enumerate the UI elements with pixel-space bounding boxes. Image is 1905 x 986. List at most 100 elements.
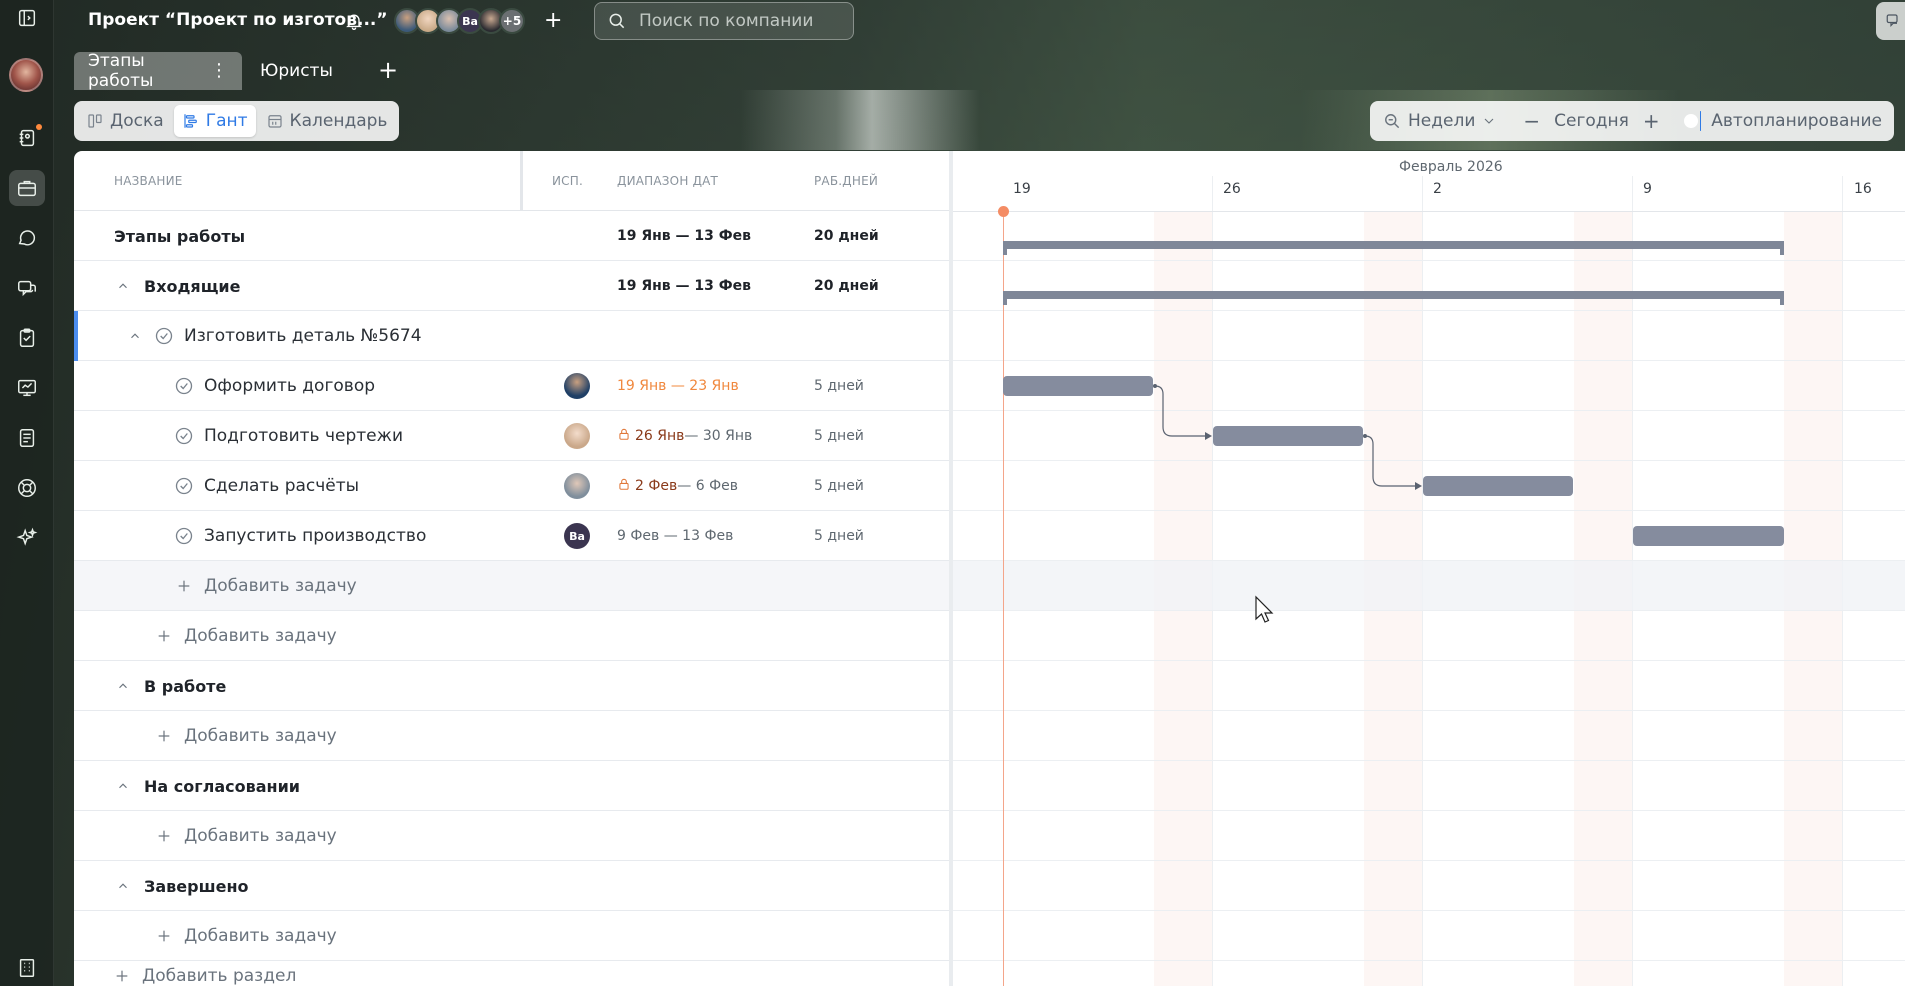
- table-header: НАЗВАНИЕ ИСП. ДИАПАЗОН ДАТ РАБ.ДНЕЙ: [74, 151, 949, 211]
- today-button[interactable]: Сегодня: [1554, 111, 1629, 131]
- zoom-in-button[interactable]: +: [1643, 109, 1660, 133]
- view-board-button[interactable]: Доска: [78, 105, 172, 137]
- presentation-icon[interactable]: [9, 370, 45, 406]
- table-row[interactable]: Входящие 19 Янв — 13 Фев 20 дней: [74, 261, 949, 311]
- row-dates: 19 Янв — 13 Фев: [617, 228, 752, 244]
- table-row[interactable]: Изготовить деталь №5674: [74, 311, 949, 361]
- check-circle-icon[interactable]: [174, 411, 194, 461]
- gantt-chart: Февраль 2026 19 26 2 9 16: [953, 151, 1905, 986]
- search-input[interactable]: [639, 11, 839, 31]
- row-days: 5 дней: [814, 478, 864, 494]
- column-resize-handle[interactable]: [520, 151, 523, 211]
- zoom-out-button[interactable]: −: [1523, 109, 1540, 133]
- chat-panel-button[interactable]: [1876, 2, 1905, 40]
- plus-icon: [156, 711, 172, 761]
- add-member-button[interactable]: +: [544, 10, 562, 32]
- column-days-header[interactable]: РАБ.ДНЕЙ: [814, 174, 878, 188]
- column-assignee-header[interactable]: ИСП.: [552, 174, 583, 188]
- check-circle-icon[interactable]: [174, 361, 194, 411]
- documents-icon[interactable]: [9, 420, 45, 456]
- table-row[interactable]: Подготовить чертежи 26 Янв — 30 Янв 5 дн…: [74, 411, 949, 461]
- selected-row-indicator: [74, 311, 78, 361]
- tasks-icon[interactable]: [9, 320, 45, 356]
- assignee-avatar[interactable]: [564, 361, 590, 411]
- plus-icon: [114, 951, 130, 986]
- column-dates-header[interactable]: ДИАПАЗОН ДАТ: [617, 174, 718, 188]
- sidebar-toggle-icon[interactable]: [9, 0, 45, 36]
- view-switcher: Доска Гант Календарь: [74, 101, 400, 141]
- add-task-button[interactable]: Добавить задачу: [184, 811, 337, 861]
- gantt-toolbar: Недели − Сегодня + Автопланирование: [1370, 101, 1894, 141]
- row-name: Завершено: [144, 876, 249, 896]
- feed-icon[interactable]: [9, 120, 45, 156]
- zoom-scale-icon: [1385, 114, 1400, 129]
- chevron-up-icon[interactable]: [116, 861, 130, 911]
- add-task-button[interactable]: Добавить задачу: [204, 561, 357, 611]
- scale-dropdown[interactable]: Недели: [1382, 111, 1497, 131]
- row-name: Входящие: [144, 276, 241, 296]
- chevron-up-icon[interactable]: [116, 661, 130, 711]
- table-row[interactable]: Сделать расчёты 2 Фев — 6 Фев 5 дней: [74, 461, 949, 511]
- add-tab-button[interactable]: +: [378, 56, 398, 84]
- messages-icon[interactable]: [9, 270, 45, 306]
- column-name-header[interactable]: НАЗВАНИЕ: [114, 174, 183, 188]
- add-task-row[interactable]: Добавить задачу: [74, 611, 949, 661]
- add-task-row[interactable]: Добавить задачу: [74, 811, 949, 861]
- company-icon[interactable]: [9, 950, 45, 986]
- autoplan-toggle[interactable]: [1687, 111, 1702, 131]
- date-start: 26 Янв: [635, 428, 685, 444]
- user-avatar[interactable]: [9, 58, 43, 92]
- assignee-avatar[interactable]: Ba: [564, 511, 590, 561]
- check-circle-icon[interactable]: [154, 311, 174, 361]
- add-task-button[interactable]: Добавить задачу: [184, 611, 337, 661]
- more-members-badge[interactable]: +5: [499, 8, 525, 34]
- chevron-up-icon[interactable]: [116, 261, 130, 311]
- check-circle-icon[interactable]: [174, 461, 194, 511]
- add-task-row[interactable]: Добавить задачу: [74, 711, 949, 761]
- row-days: 5 дней: [814, 428, 864, 444]
- briefcase-icon[interactable]: [9, 170, 45, 206]
- add-task-button[interactable]: Добавить задачу: [184, 711, 337, 761]
- view-calendar-button[interactable]: Календарь: [258, 105, 396, 137]
- check-circle-icon[interactable]: [174, 511, 194, 561]
- date-end: — 30 Янв: [684, 428, 753, 444]
- row-name: Подготовить чертежи: [204, 426, 403, 446]
- date-end: — 6 Фев: [677, 478, 739, 494]
- chevron-up-icon[interactable]: [128, 311, 142, 361]
- chevron-up-icon[interactable]: [116, 761, 130, 811]
- add-section-button[interactable]: Добавить раздел: [142, 951, 296, 986]
- tab-lawyers[interactable]: Юристы: [246, 52, 347, 90]
- today-controls: − Сегодня +: [1523, 109, 1659, 133]
- bell-icon[interactable]: [344, 11, 364, 31]
- table-row[interactable]: Этапы работы 19 Янв — 13 Фев 20 дней: [74, 211, 949, 261]
- table-row[interactable]: Запустить производство Ba 9 Фев — 13 Фев…: [74, 511, 949, 561]
- assignee-avatar[interactable]: [564, 461, 590, 511]
- assignee-avatar[interactable]: [564, 411, 590, 461]
- dependency-links: [1153, 384, 1422, 490]
- gantt-panel: НАЗВАНИЕ ИСП. ДИАПАЗОН ДАТ РАБ.ДНЕЙ Этап…: [74, 151, 1905, 986]
- table-row[interactable]: Завершено: [74, 861, 949, 911]
- chat-icon[interactable]: [9, 220, 45, 256]
- support-icon[interactable]: [9, 470, 45, 506]
- row-dates: 9 Фев — 13 Фев: [617, 528, 734, 544]
- table-row[interactable]: На согласовании: [74, 761, 949, 811]
- tab-menu-icon[interactable]: ⋮: [210, 62, 228, 80]
- row-days: 20 дней: [814, 228, 879, 244]
- plus-icon: [156, 811, 172, 861]
- add-task-row[interactable]: Добавить задачу: [74, 561, 949, 611]
- view-gantt-button[interactable]: Гант: [173, 105, 256, 137]
- tab-label: Юристы: [260, 61, 333, 81]
- tab-work-stages[interactable]: Этапы работы ⋮: [74, 51, 242, 91]
- ai-sparkles-icon[interactable]: [9, 520, 45, 556]
- table-row[interactable]: Оформить договор 19 Янв — 23 Янв 5 дней: [74, 361, 949, 411]
- member-avatars[interactable]: Ba +5: [394, 8, 525, 34]
- view-label: Доска: [110, 111, 164, 131]
- row-days: 5 дней: [814, 378, 864, 394]
- add-section-row[interactable]: Добавить раздел: [74, 961, 949, 986]
- company-search[interactable]: [594, 2, 854, 40]
- row-name: Оформить договор: [204, 376, 376, 396]
- project-title[interactable]: Проект “Проект по изготов...”: [88, 10, 388, 30]
- row-dates: 2 Фев — 6 Фев: [617, 461, 738, 511]
- table-row[interactable]: В работе: [74, 661, 949, 711]
- view-label: Гант: [205, 111, 248, 131]
